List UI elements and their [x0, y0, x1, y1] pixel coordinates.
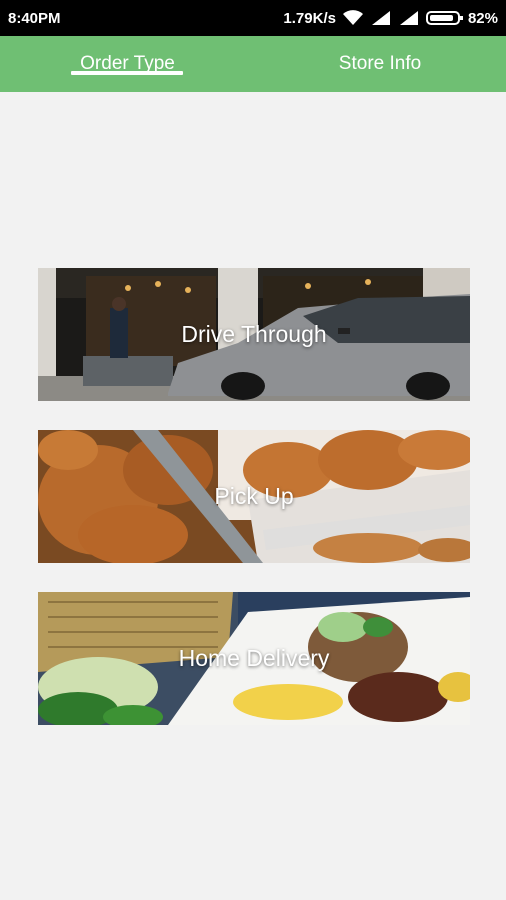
- pick-up-option[interactable]: Pick Up: [38, 430, 470, 563]
- status-bar: 8:40PM 1.79K/s 82%: [0, 0, 506, 36]
- wifi-icon: [342, 10, 364, 26]
- tab-order-type[interactable]: Order Type: [60, 36, 195, 92]
- home-delivery-option[interactable]: Home Delivery: [38, 592, 470, 725]
- battery-icon: [425, 10, 464, 26]
- tab-store-info[interactable]: Store Info: [315, 36, 445, 92]
- signal-icon: [370, 10, 392, 26]
- network-speed: 1.79K/s: [283, 9, 336, 27]
- pick-up-label: Pick Up: [214, 483, 294, 509]
- status-icons: 1.79K/s 82%: [283, 10, 498, 27]
- signal-icon: [398, 10, 420, 26]
- drive-through-label: Drive Through: [181, 321, 327, 347]
- tab-indicator: [71, 71, 183, 75]
- battery: 82%: [425, 9, 498, 27]
- home-delivery-label: Home Delivery: [178, 645, 330, 671]
- status-time: 8:40PM: [8, 9, 61, 27]
- tab-bar: Order Type Store Info: [0, 36, 506, 92]
- battery-percent: 82%: [467, 9, 498, 27]
- drive-through-option[interactable]: Drive Through: [38, 268, 470, 401]
